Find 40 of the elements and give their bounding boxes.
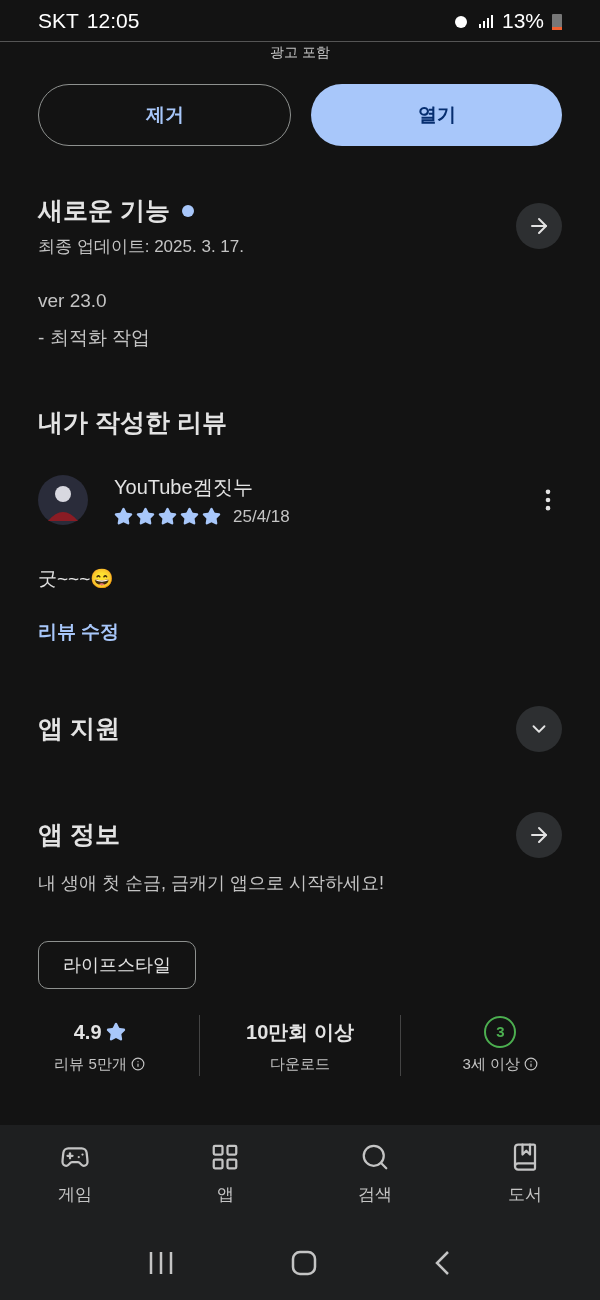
release-note: - 최적화 작업 bbox=[38, 325, 151, 350]
stat-label: 다운로드 bbox=[270, 1054, 330, 1074]
recent-apps-icon[interactable] bbox=[148, 1249, 175, 1276]
section-title: 앱 정보 bbox=[38, 819, 120, 851]
age-rating-badge: 3 bbox=[484, 1016, 517, 1048]
review-text: 굿~~~😄 bbox=[38, 567, 116, 591]
edit-review-link[interactable]: 리뷰 수정 bbox=[38, 617, 562, 646]
battery-icon bbox=[552, 11, 562, 30]
info-icon[interactable] bbox=[130, 1057, 145, 1072]
battery-percent: 13% bbox=[501, 7, 544, 34]
stat-label: 3세 이상 bbox=[462, 1054, 521, 1074]
app-description: 내 생애 첫 순금, 금캐기 앱으로 시작하세요! bbox=[38, 872, 385, 895]
reviewer-name: YouTube겜짓누 bbox=[114, 474, 254, 500]
expand-button[interactable] bbox=[516, 706, 562, 752]
review-date: 25/4/18 bbox=[233, 505, 290, 528]
section-title: 새로운 기능 bbox=[38, 195, 170, 226]
star-icon bbox=[105, 1022, 126, 1042]
carrier-name: SKT bbox=[38, 7, 79, 34]
clock: 12:05 bbox=[86, 7, 140, 34]
nav-tab[interactable]: 검색 bbox=[300, 1142, 450, 1208]
nav-tab[interactable]: 게임 bbox=[0, 1142, 150, 1208]
section-title: 내가 작성한 리뷰 bbox=[38, 407, 228, 438]
arrow-button[interactable] bbox=[516, 812, 562, 858]
category-chip[interactable]: 라이프스타일 bbox=[38, 941, 196, 989]
home-icon[interactable] bbox=[291, 1249, 317, 1276]
ad-notice: 광고 포함 bbox=[270, 44, 330, 60]
arrow-button[interactable] bbox=[516, 202, 562, 249]
update-date: 최종 업데이트: 2025. 3. 17. bbox=[38, 235, 244, 258]
nav-tab[interactable]: 앱 bbox=[150, 1142, 300, 1208]
stat-value: 4.9 bbox=[73, 1020, 102, 1045]
stat-label: 리뷰 5만개 bbox=[54, 1054, 127, 1074]
nav-tab[interactable]: 도서 bbox=[450, 1142, 600, 1208]
back-icon[interactable] bbox=[433, 1249, 452, 1276]
info-icon[interactable] bbox=[524, 1057, 539, 1072]
section-title: 앱 지원 bbox=[38, 713, 120, 745]
release-note: ver 23.0 bbox=[38, 289, 108, 313]
stat-value: 10만회 이상 bbox=[246, 1020, 354, 1045]
signal-icon bbox=[477, 12, 494, 29]
open-button[interactable]: 열기 bbox=[311, 84, 562, 146]
avatar bbox=[38, 475, 88, 526]
